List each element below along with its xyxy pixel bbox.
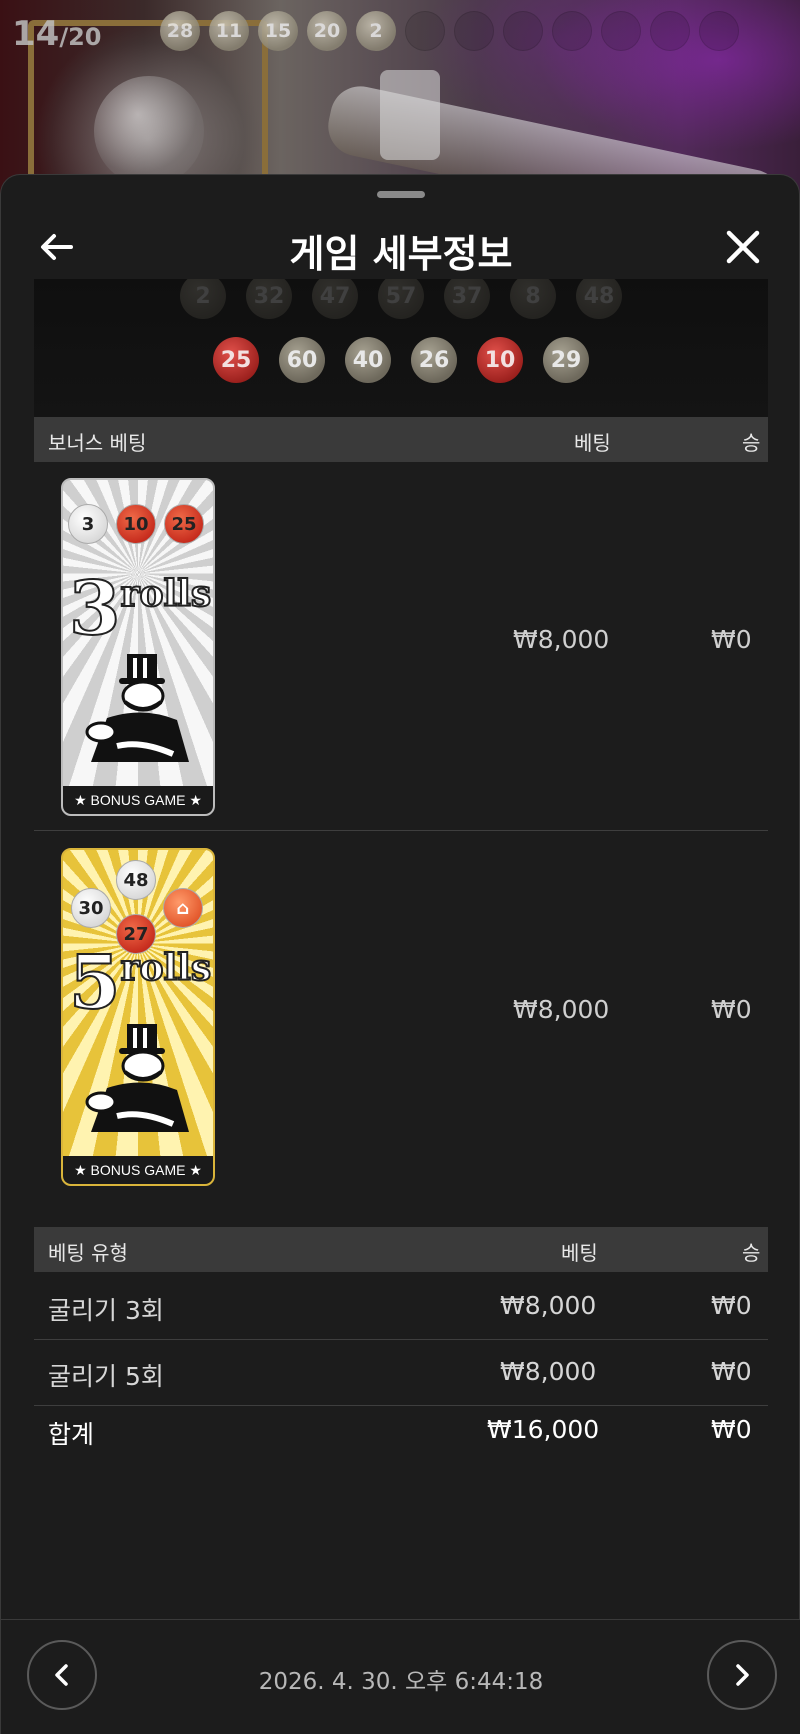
col-win: 승 — [742, 431, 761, 455]
close-button[interactable] — [721, 225, 765, 269]
empty-ball-slot — [503, 11, 543, 51]
bonus-game-ribbon: ★ BONUS GAME ★ — [63, 1156, 213, 1184]
result-ball-grey: 60 — [279, 337, 325, 383]
result-ball-grey: 40 — [345, 337, 391, 383]
bonus-bets-header: 보너스 베팅 베팅 승 — [34, 417, 768, 462]
card-rolls-number: 3 — [68, 565, 121, 653]
card-ball: 25 — [164, 504, 204, 544]
result-ball: 47 — [312, 279, 358, 319]
sheet-drag-handle[interactable] — [377, 191, 425, 198]
chevron-right-icon — [736, 1664, 749, 1686]
drawn-ball: 2 — [356, 11, 396, 51]
round-current: 14 — [12, 14, 60, 54]
result-ball: 57 — [378, 279, 424, 319]
col-bet-type: 베팅 유형 — [48, 1241, 128, 1265]
empty-ball-slot — [552, 11, 592, 51]
sheet-header: 게임 세부정보 — [1, 215, 800, 276]
round-total: /20 — [59, 23, 102, 51]
mascot-icon — [85, 1024, 189, 1132]
bonus-win-amount: ₩0 — [711, 995, 752, 1024]
card-rolls-word: rolls — [120, 946, 213, 990]
bet-type-row: 굴리기 5회 ₩8,000 ₩0 — [34, 1339, 768, 1405]
total-row: 합계 ₩16,000 ₩0 — [34, 1397, 768, 1463]
result-ball: 37 — [444, 279, 490, 319]
empty-ball-slot — [601, 11, 641, 51]
card-ball: 48 — [116, 860, 156, 900]
round-timestamp: 2026. 4. 30. 오후 6:44:18 — [258, 1669, 544, 1695]
card-rolls-word: rolls — [120, 572, 213, 616]
empty-ball-slot — [699, 11, 739, 51]
card-rolls-number: 5 — [68, 939, 121, 1027]
sheet-footer: 2026. 4. 30. 오후 6:44:18 — [1, 1619, 800, 1734]
result-ball: 32 — [246, 279, 292, 319]
card-ball: 3 — [68, 504, 108, 544]
col-bet: 베팅 — [574, 431, 611, 455]
card-ball: 30 — [71, 888, 111, 928]
bonus-bet-amount: ₩8,000 — [513, 995, 610, 1024]
mascot-icon — [85, 654, 189, 762]
page-title: 게임 세부정보 — [289, 232, 513, 276]
result-ball-grey: 26 — [411, 337, 457, 383]
drawn-balls-strip: 28 11 15 20 2 — [160, 11, 739, 51]
bet-type-header: 베팅 유형 베팅 승 — [34, 1227, 768, 1272]
round-counter: 14/20 — [12, 14, 102, 54]
result-ball-red: 10 — [477, 337, 523, 383]
result-ball-grey: 29 — [543, 337, 589, 383]
drawn-ball: 20 — [307, 11, 347, 51]
result-row-faded: 2 32 47 57 37 8 48 — [34, 279, 768, 319]
card-rolls-label: 3rolls — [63, 565, 213, 653]
bet-amount: ₩8,000 — [500, 1357, 597, 1386]
bet-type-label: 굴리기 5회 — [48, 1362, 164, 1391]
col-bonus-bet: 보너스 베팅 — [48, 431, 147, 455]
col-win: 승 — [742, 1241, 761, 1265]
total-bet-amount: ₩16,000 — [487, 1415, 600, 1444]
bonus-bet-amount: ₩8,000 — [513, 625, 610, 654]
drawn-ball: 15 — [258, 11, 298, 51]
result-ball: 2 — [180, 279, 226, 319]
drawn-ball: 11 — [209, 11, 249, 51]
bet-amount: ₩8,000 — [500, 1291, 597, 1320]
result-ball: 8 — [510, 279, 556, 319]
row-divider — [34, 830, 768, 831]
card-ball: 10 — [116, 504, 156, 544]
bet-type-label: 굴리기 3회 — [48, 1296, 164, 1325]
bonus-game-ribbon: ★ BONUS GAME ★ — [63, 786, 213, 814]
robot-head-image — [380, 70, 440, 160]
result-ball-red: 25 — [213, 337, 259, 383]
col-bet: 베팅 — [561, 1241, 598, 1265]
empty-ball-slot — [454, 11, 494, 51]
total-label: 합계 — [48, 1420, 95, 1449]
game-details-sheet: 게임 세부정보 2 32 47 57 37 8 48 25 60 40 26 1… — [0, 174, 800, 1734]
win-amount: ₩0 — [711, 1357, 752, 1386]
house-icon: ⌂ — [163, 888, 203, 928]
drawn-ball: 28 — [160, 11, 200, 51]
bet-type-row: 굴리기 3회 ₩8,000 ₩0 — [34, 1273, 768, 1339]
empty-ball-slot — [650, 11, 690, 51]
win-amount: ₩0 — [711, 1291, 752, 1320]
bonus-win-amount: ₩0 — [711, 625, 752, 654]
result-row: 25 60 40 26 10 29 — [34, 337, 768, 383]
close-icon — [726, 230, 760, 264]
total-win-amount: ₩0 — [711, 1415, 752, 1444]
empty-ball-slot — [405, 11, 445, 51]
bonus-card-5-rolls: 48 30 ⌂ 27 5rolls ★ BONUS GAME ★ — [61, 848, 215, 1186]
bonus-card-3-rolls: 3 10 25 3rolls ★ BONUS GAME ★ — [61, 478, 215, 816]
card-rolls-label: 5rolls — [63, 939, 213, 1027]
next-round-button[interactable] — [707, 1640, 777, 1710]
result-ball: 48 — [576, 279, 622, 319]
round-result-panel: 2 32 47 57 37 8 48 25 60 40 26 10 29 — [34, 279, 768, 421]
